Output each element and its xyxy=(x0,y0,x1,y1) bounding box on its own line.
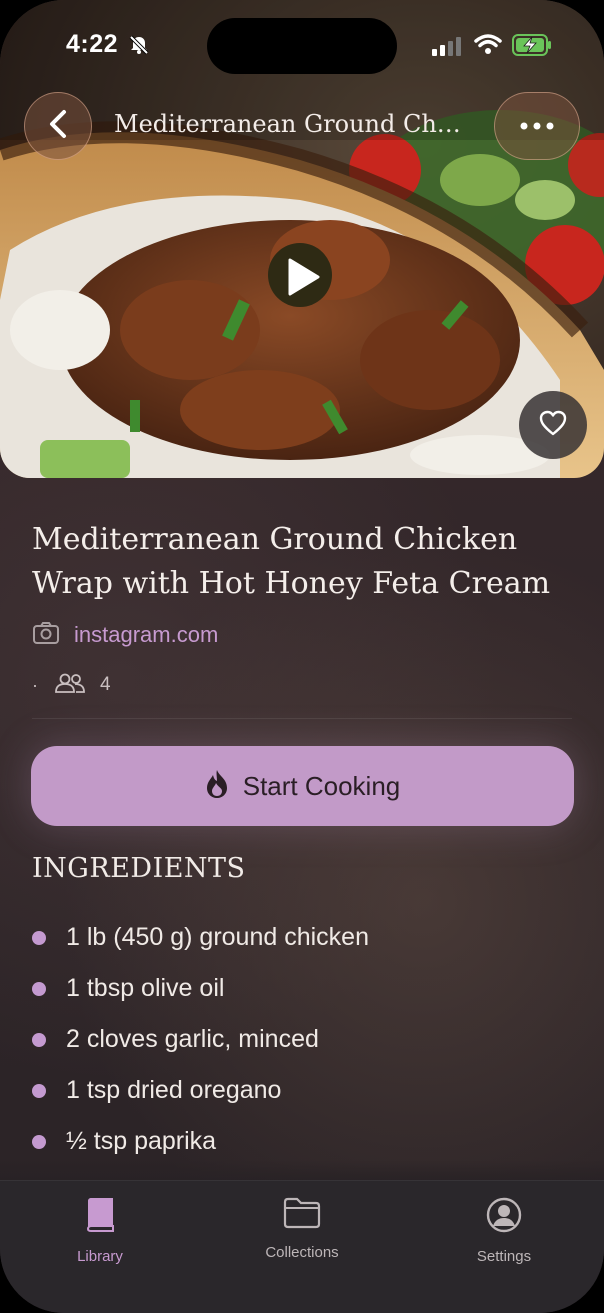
ingredients-heading: INGREDIENTS xyxy=(32,853,246,884)
start-cooking-label: Start Cooking xyxy=(242,770,401,801)
wifi-icon xyxy=(474,33,502,60)
tab-settings[interactable]: Settings xyxy=(434,1197,574,1277)
bullet xyxy=(32,1032,46,1047)
status-time: 4:22 xyxy=(66,30,119,58)
people-icon xyxy=(54,672,86,699)
recipe-title: Mediterranean Ground Chicken Wrap with H… xyxy=(32,522,551,601)
ingredient-text: 2 cloves garlic, minced xyxy=(66,1025,319,1053)
start-cooking-button[interactable]: Start Cooking xyxy=(31,746,574,826)
folder-icon xyxy=(283,1197,321,1234)
cellular-signal-icon xyxy=(432,36,464,61)
tab-bar: Library Collections Settings xyxy=(0,1180,604,1313)
bullet xyxy=(32,981,46,996)
nav-title: Mediterranean Ground Ch… xyxy=(114,110,461,138)
recipe-source[interactable]: instagram.com xyxy=(32,620,218,650)
ingredient-item: 1 lb (450 g) ground chicken xyxy=(32,912,572,963)
ingredient-item: 1 tsp dried oregano xyxy=(32,1065,572,1116)
back-button[interactable] xyxy=(24,92,92,160)
divider xyxy=(32,718,572,719)
chevron-left-icon xyxy=(47,109,69,144)
ellipsis-icon xyxy=(520,117,554,135)
battery-charging-icon xyxy=(512,34,552,61)
status-bar: 4:22 xyxy=(0,0,604,92)
tab-settings-label: Settings xyxy=(476,1248,532,1265)
tab-collections-label: Collections xyxy=(265,1244,339,1261)
play-video-button[interactable] xyxy=(278,254,324,305)
servings-count: 4 xyxy=(100,674,111,695)
top-navigation: Mediterranean Ground Ch… xyxy=(0,92,604,164)
ingredient-text: 1 lb (450 g) ground chicken xyxy=(66,923,369,951)
ingredient-item: 1 tbsp olive oil xyxy=(32,963,572,1014)
tab-library-label: Library xyxy=(77,1248,123,1265)
flame-icon xyxy=(205,769,229,804)
source-link[interactable]: instagram.com xyxy=(74,622,218,648)
tab-collections[interactable]: Collections xyxy=(232,1197,372,1277)
play-icon xyxy=(288,258,320,296)
person-circle-icon xyxy=(486,1197,522,1238)
meta-separator: · xyxy=(32,674,38,695)
heart-icon xyxy=(539,410,567,441)
dynamic-island xyxy=(207,18,397,74)
camera-icon xyxy=(32,621,60,650)
tab-library[interactable]: Library xyxy=(30,1197,170,1277)
bullet xyxy=(32,1083,46,1098)
more-options-button[interactable] xyxy=(494,92,580,160)
favorite-button[interactable] xyxy=(519,391,587,459)
ingredient-text: 1 tsp dried oregano xyxy=(66,1076,282,1104)
bell-slash-icon xyxy=(128,34,150,61)
scroll-fade xyxy=(0,1160,604,1182)
bullet xyxy=(32,1134,46,1149)
ingredients-list: 1 lb (450 g) ground chicken 1 tbsp olive… xyxy=(32,912,572,1167)
ingredient-text: 1 tbsp olive oil xyxy=(66,974,225,1002)
recipe-meta: · 4 xyxy=(32,670,111,700)
ingredient-text: ½ tsp paprika xyxy=(66,1127,217,1155)
app-screen: 4:22 Mediterranean Ground Ch… Mediterran… xyxy=(0,0,604,1313)
ingredient-item: 2 cloves garlic, minced xyxy=(32,1014,572,1065)
book-icon xyxy=(84,1197,116,1238)
bullet xyxy=(32,930,46,945)
